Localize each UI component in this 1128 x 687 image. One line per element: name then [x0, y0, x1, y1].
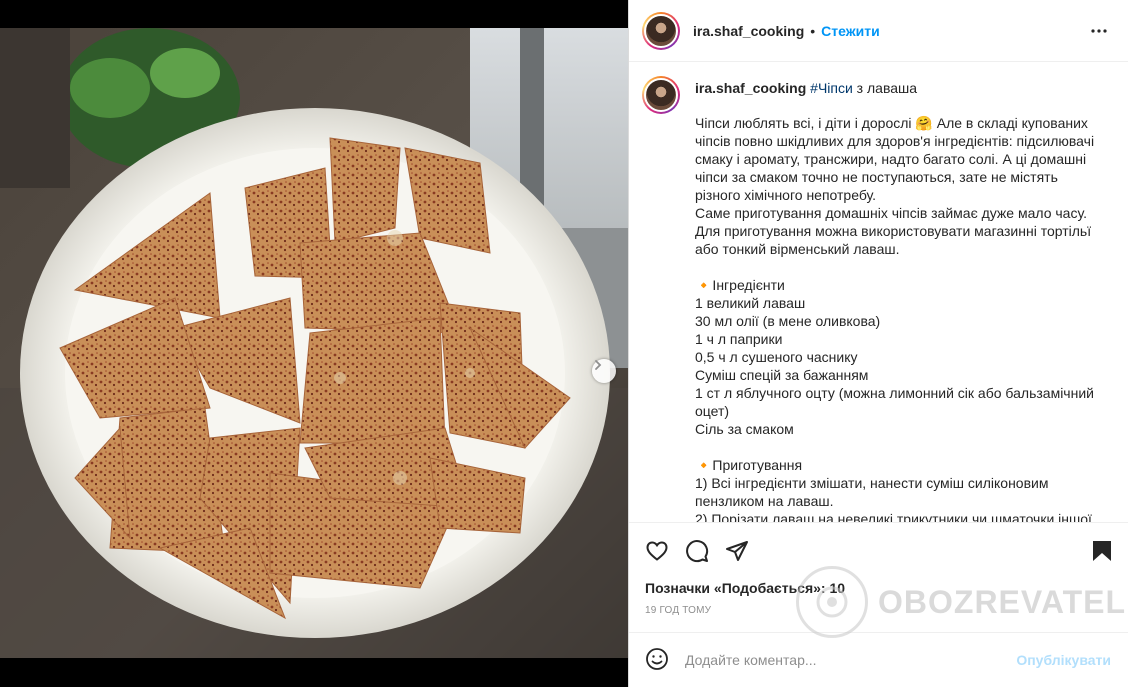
header-username[interactable]: ira.shaf_cooking: [693, 23, 804, 39]
comment-button[interactable]: [685, 539, 709, 568]
caption-line: 2) Порізати лаваш на невеликі трикутники…: [695, 511, 1092, 522]
carousel-next-button[interactable]: [592, 359, 616, 383]
smiley-icon: [646, 648, 668, 670]
likes-count[interactable]: Позначки «Подобається»: 10: [645, 580, 845, 596]
comment-input[interactable]: [685, 649, 1005, 671]
chevron-right-icon: [595, 360, 602, 370]
caption-line: 🔸Інгредієнти: [695, 277, 785, 293]
more-horizontal-icon: [1091, 29, 1107, 33]
caption-line: оцет): [695, 403, 730, 419]
caption-line: Саме приготування домашніх чіпсів займає…: [695, 205, 1087, 221]
caption-title-rest: з лаваша: [852, 80, 918, 96]
save-button[interactable]: [1091, 539, 1113, 568]
caption-text: Чіпси люблять всі, і діти і дорослі 🤗 Ал…: [695, 114, 1105, 522]
caption-line: Для приготування можна використовувати м…: [695, 223, 1092, 239]
caption-line: 1) Всі інгредієнти змішати, нанести сумі…: [695, 475, 1049, 491]
heart-icon: [646, 541, 668, 561]
caption-line: 🔸Приготування: [695, 457, 803, 473]
share-icon: [726, 541, 748, 561]
caption-line: різного хімічного непотребу.: [695, 187, 877, 203]
caption-line: Чіпси люблять всі, і діти і дорослі 🤗 Ал…: [695, 115, 1088, 131]
caption-line: 0,5 ч л сушеного часнику: [695, 349, 858, 365]
caption-line: [695, 258, 1105, 276]
chips-photo: [0, 28, 628, 658]
more-options-button[interactable]: [1090, 22, 1108, 45]
post-photo[interactable]: [0, 28, 628, 658]
bookmark-icon: [1093, 541, 1111, 561]
caption-line: 30 мл олії (в мене оливкова): [695, 313, 881, 329]
caption: ira.shaf_cooking #Чіпси з лаваша Чіпси л…: [629, 62, 1128, 522]
post-header: ira.shaf_cooking • Стежити: [629, 0, 1128, 62]
caption-hashtag[interactable]: #Чіпси: [810, 80, 853, 96]
caption-line: пензликом на лаваш.: [695, 493, 834, 509]
follow-button[interactable]: Стежити: [821, 23, 880, 39]
caption-line: чіпсів повно шкідливих для здоров'я інгр…: [695, 133, 1095, 149]
caption-title: ira.shaf_cooking #Чіпси з лаваша: [695, 79, 917, 97]
caption-username[interactable]: ira.shaf_cooking: [695, 80, 806, 96]
caption-line: смаку і аромату, трансжири, надто багато…: [695, 151, 1087, 167]
comment-form: Опублікувати: [629, 632, 1128, 687]
post-modal: ira.shaf_cooking • Стежити ira.shaf_cook…: [0, 0, 1128, 687]
post-timestamp[interactable]: 19 ГОД ТОМУ: [645, 605, 711, 616]
share-button[interactable]: [725, 539, 749, 568]
publish-button[interactable]: Опублікувати: [1016, 652, 1111, 668]
post-sidebar: ira.shaf_cooking • Стежити ira.shaf_cook…: [628, 0, 1128, 687]
caption-avatar[interactable]: [642, 76, 680, 114]
caption-line: Суміш спецій за бажанням: [695, 367, 869, 383]
avatar[interactable]: [642, 11, 680, 50]
caption-line: чіпси за смаком точно не поступаються, з…: [695, 169, 1058, 185]
caption-line: 1 ст л яблучного оцту (можна лимонний сі…: [695, 385, 1094, 401]
caption-line: [695, 438, 1105, 456]
comment-icon: [686, 540, 709, 563]
caption-line: або тонкий вірменський лаваш.: [695, 241, 900, 257]
caption-line: Сіль за смаком: [695, 421, 794, 437]
caption-line: 1 ч л паприки: [695, 331, 783, 347]
like-button[interactable]: [645, 539, 669, 568]
caption-line: 1 великий лаваш: [695, 295, 806, 311]
action-bar: [629, 522, 1128, 580]
emoji-button[interactable]: [645, 647, 669, 676]
header-separator: •: [810, 22, 816, 39]
